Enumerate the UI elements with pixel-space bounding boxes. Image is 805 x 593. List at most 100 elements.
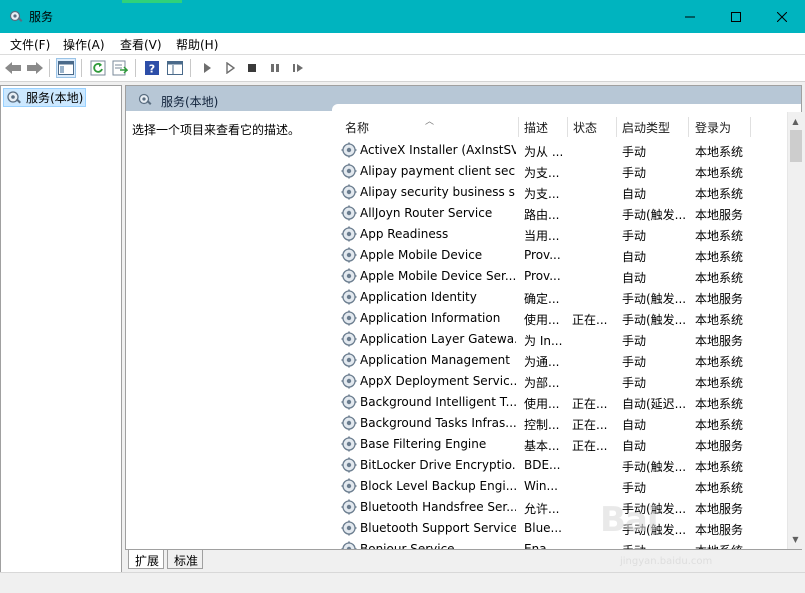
service-gear-icon	[341, 247, 357, 263]
table-row[interactable]: Alipay security business s... 为支... 自动 本地系统	[335, 182, 785, 203]
column-name[interactable]: 名称	[345, 119, 369, 136]
table-row[interactable]: Apple Mobile Device Prov... 自动 本地系统	[335, 245, 785, 266]
show-hide-tree-button[interactable]	[56, 58, 76, 78]
services-gear-icon	[7, 90, 21, 103]
table-row[interactable]: Base Filtering Engine 基本... 正在... 自动 本地服务	[335, 434, 785, 455]
service-gear-icon	[341, 478, 357, 494]
resume-service-button[interactable]	[288, 58, 308, 78]
service-startup-type: 自动	[622, 418, 647, 432]
service-startup-type: 自动(延迟...	[622, 397, 687, 411]
play-icon	[204, 63, 211, 73]
minimize-icon	[685, 16, 695, 17]
service-startup-type: 手动	[622, 481, 647, 495]
services-pane: 服务(本地) 选择一个项目来查看它的描述。 ︿ 名称 描述 状态 启动类型 登录…	[125, 85, 802, 550]
back-arrow-icon	[5, 62, 21, 74]
service-name: Apple Mobile Device Ser...	[360, 269, 516, 283]
table-row[interactable]: AllJoyn Router Service 路由... 手动(触发... 本地服务	[335, 203, 785, 224]
service-name: ActiveX Installer (AxInstSV)	[360, 143, 516, 157]
service-gear-icon	[341, 289, 357, 305]
maximize-button[interactable]	[713, 0, 759, 33]
column-divider[interactable]	[688, 117, 689, 137]
table-row[interactable]: Application Information 使用... 正在... 手动(触发..…	[335, 308, 785, 329]
back-button[interactable]	[3, 58, 23, 78]
menu-bar: 文件(F) 操作(A) 查看(V) 帮助(H)	[0, 33, 805, 55]
close-button[interactable]	[759, 0, 805, 33]
start-service-button[interactable]	[197, 58, 217, 78]
column-divider[interactable]	[750, 117, 751, 137]
service-description: 为支...	[524, 187, 560, 201]
vertical-scrollbar[interactable]: ▲ ▼	[787, 112, 802, 549]
forward-arrow-icon	[27, 62, 43, 74]
service-gear-icon	[341, 373, 357, 389]
start-service-alt-button[interactable]	[220, 58, 240, 78]
menu-help[interactable]: 帮助(H)	[176, 36, 218, 53]
table-row[interactable]: ActiveX Installer (AxInstSV) 为从 ... 手动 本地系统	[335, 140, 785, 161]
export-list-button[interactable]	[110, 58, 130, 78]
forward-button[interactable]	[25, 58, 45, 78]
tree-item-label: 服务(本地)	[26, 91, 84, 105]
resume-icon	[293, 64, 303, 72]
service-gear-icon	[341, 226, 357, 242]
table-row[interactable]: BitLocker Drive Encryptio... BDE... 手动(触发.…	[335, 455, 785, 476]
table-row[interactable]: App Readiness 当用... 手动 本地系统	[335, 224, 785, 245]
table-row[interactable]: Background Intelligent T... 使用... 正在... 自动(…	[335, 392, 785, 413]
toolbar-separator	[81, 59, 82, 77]
service-description: 为 In...	[524, 334, 563, 348]
scroll-thumb[interactable]	[790, 130, 802, 162]
menu-view[interactable]: 查看(V)	[120, 36, 162, 53]
service-log-on-as: 本地服务	[695, 292, 744, 306]
service-name: App Readiness	[360, 227, 449, 241]
watermark: Bai jingyan.baidu.com	[600, 500, 800, 570]
column-status[interactable]: 状态	[573, 119, 597, 136]
service-log-on-as: 本地系统	[695, 481, 744, 495]
service-description: 控制...	[524, 418, 560, 432]
service-description: Blue...	[524, 521, 562, 535]
service-log-on-as: 本地系统	[695, 313, 744, 327]
table-row[interactable]: Application Identity 确定... 手动(触发... 本地服务	[335, 287, 785, 308]
service-description: 使用...	[524, 397, 560, 411]
scroll-up-icon[interactable]: ▲	[788, 114, 803, 129]
tab-extended[interactable]: 扩展	[128, 550, 165, 569]
sort-ascending-icon: ︿	[425, 117, 435, 127]
service-startup-type: 手动	[622, 334, 647, 348]
help-button[interactable]: ?	[142, 58, 162, 78]
service-gear-icon	[341, 520, 357, 536]
tab-standard[interactable]: 标准	[167, 550, 204, 569]
stop-icon	[248, 64, 256, 72]
service-name: BitLocker Drive Encryptio...	[360, 458, 516, 472]
column-description[interactable]: 描述	[524, 119, 548, 136]
service-name: Base Filtering Engine	[360, 437, 487, 451]
service-name: Application Management	[360, 353, 510, 367]
service-description: 为从 ...	[524, 145, 564, 159]
table-row[interactable]: Application Management 为通... 手动 本地系统	[335, 350, 785, 371]
pause-service-button[interactable]	[265, 58, 285, 78]
minimize-button[interactable]	[667, 0, 713, 33]
refresh-button[interactable]	[88, 58, 108, 78]
column-startup-type[interactable]: 启动类型	[622, 119, 670, 136]
service-status: 正在...	[572, 418, 608, 432]
table-row[interactable]: Block Level Backup Engi... Win... 手动 本地系统	[335, 476, 785, 497]
pane-header: 服务(本地)	[126, 86, 801, 114]
service-log-on-as: 本地服务	[695, 334, 744, 348]
column-log-on-as[interactable]: 登录为	[695, 119, 731, 136]
table-row[interactable]: Application Layer Gatewa... 为 In... 手动 本地服务	[335, 329, 785, 350]
tree-item-services-local[interactable]: 服务(本地)	[3, 88, 86, 107]
menu-file[interactable]: 文件(F)	[10, 36, 50, 53]
column-divider[interactable]	[567, 117, 568, 137]
service-gear-icon	[341, 142, 357, 158]
table-row[interactable]: AppX Deployment Servic... 为部... 手动 本地系统	[335, 371, 785, 392]
table-row[interactable]: Background Tasks Infras... 控制... 正在... 自动 本地…	[335, 413, 785, 434]
table-row[interactable]: Apple Mobile Device Ser... Prov... 自动 本地系统	[335, 266, 785, 287]
service-description: 确定...	[524, 292, 560, 306]
properties-button[interactable]	[165, 58, 185, 78]
toolbar-separator	[49, 59, 50, 77]
menu-action[interactable]: 操作(A)	[63, 36, 105, 53]
column-divider[interactable]	[518, 117, 519, 137]
service-description: 基本...	[524, 439, 560, 453]
service-gear-icon	[341, 541, 357, 549]
table-row[interactable]: Alipay payment client sec... 为支... 手动 本地系统	[335, 161, 785, 182]
column-divider[interactable]	[616, 117, 617, 137]
console-tree: 服务(本地)	[0, 85, 122, 573]
stop-service-button[interactable]	[242, 58, 262, 78]
status-bar	[0, 572, 805, 593]
